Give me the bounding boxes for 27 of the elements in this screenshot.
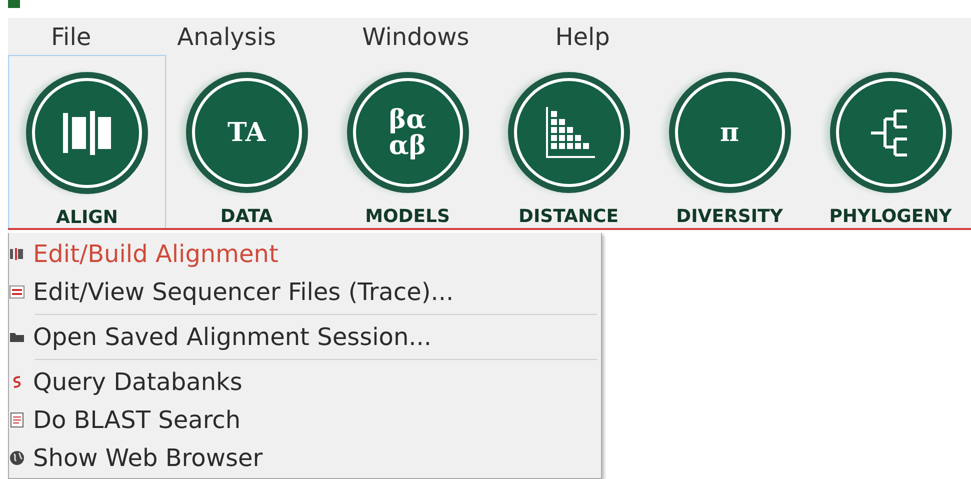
menu-item[interactable]: Edit/View Sequencer Files (Trace)... [9,273,601,311]
circle-icon [838,81,943,184]
circle-icon [35,81,140,185]
menu-item[interactable]: Edit/Build Alignment [9,235,601,273]
toolbar-button[interactable]: TA DATA [166,55,328,228]
circle-icon: π [678,81,782,184]
menu-item[interactable]: Do BLAST Search [9,401,601,439]
globe-icon [9,450,25,466]
menu-item[interactable]: Analysis [134,22,320,50]
menu-item[interactable]: Windows [319,22,512,50]
document-icon [9,284,25,300]
toolbar-button[interactable]: DISTANCE [488,55,650,228]
toolbar-button[interactable]: PHYLOGENY [810,55,971,228]
menu-item[interactable]: Show Web Browser [9,439,601,477]
align-icon [9,246,25,262]
app-icon [8,0,20,8]
circle-icon: βα αβ [356,81,460,184]
menu-item[interactable]: Help [512,22,653,50]
menu-item[interactable]: Query Databanks [9,363,601,401]
menu-item[interactable]: Open Saved Alignment Session... [9,318,601,356]
circle-icon [516,81,621,184]
document-icon [9,412,25,428]
toolbar-button[interactable]: ALIGN [8,55,166,228]
toolbar-button[interactable]: βα αβ MODELS [327,55,488,228]
toolbar-button[interactable]: π DIVERSITY [649,55,810,228]
circle-icon: TA [194,81,299,184]
menu-item[interactable]: File [8,22,134,50]
